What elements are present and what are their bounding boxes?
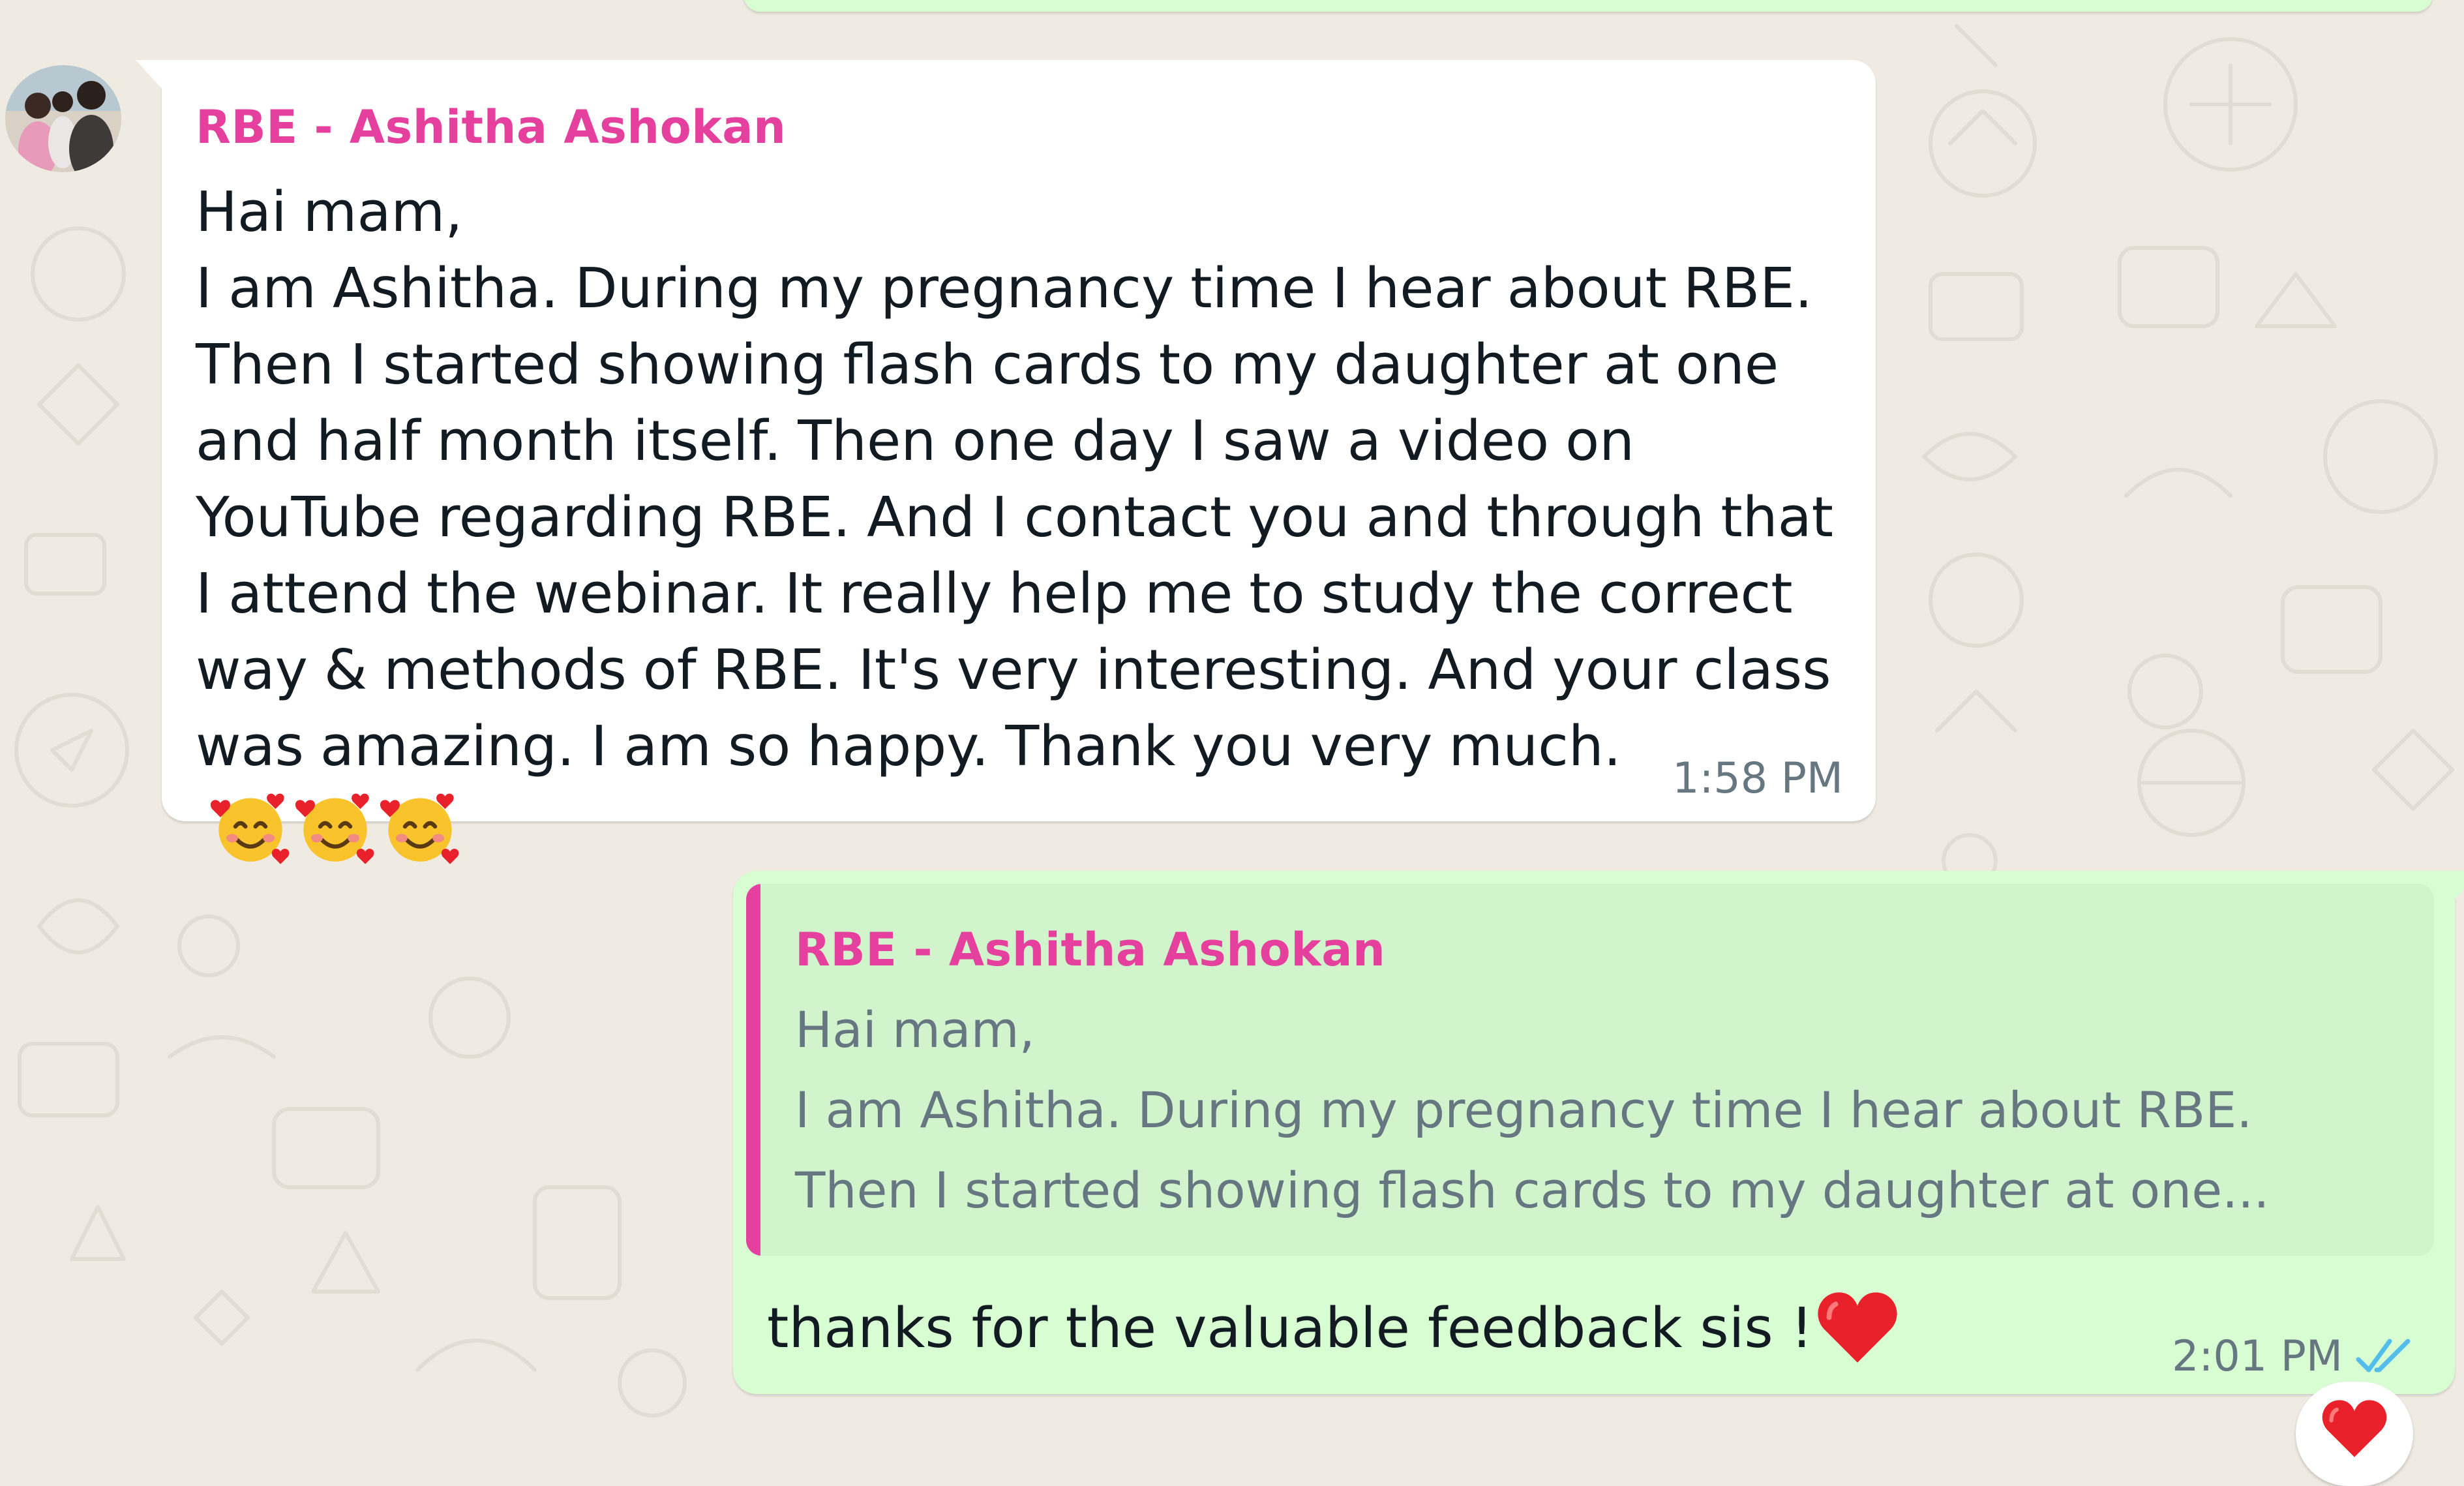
reply-timestamp: 2:01 PM: [2172, 1332, 2343, 1381]
next-message-partial: [1565, 1422, 2087, 1474]
quoted-message[interactable]: RBE - Ashitha Ashokan Hai mam, I am Ashi…: [746, 884, 2434, 1256]
message-text-content: Hai mam, I am Ashitha. During my pregnan…: [196, 180, 1833, 779]
reply-text-content: thanks for the valuable feedback sis !: [767, 1296, 1813, 1361]
quoted-text: Hai mam, I am Ashitha. During my pregnan…: [795, 1001, 2270, 1219]
outgoing-message[interactable]: RBE - Ashitha Ashokan Hai mam, I am Ashi…: [733, 871, 2464, 1394]
contact-avatar[interactable]: [5, 65, 121, 172]
double-check-read-icon: [2356, 1339, 2411, 1372]
reply-meta: 2:01 PM: [2172, 1332, 2416, 1381]
quoted-sender-name: RBE - Ashitha Ashokan: [795, 923, 1386, 977]
bubble-tail: [2454, 871, 2464, 901]
smiling-face-with-hearts-icon: [380, 793, 459, 864]
reply-text: thanks for the valuable feedback sis !: [767, 1288, 1899, 1367]
red-heart-icon: [2322, 1400, 2387, 1457]
smiling-face-with-hearts-icon: [295, 793, 374, 864]
red-heart-icon: [1818, 1292, 1897, 1363]
message-text: Hai mam, I am Ashitha. During my pregnan…: [196, 174, 1865, 872]
message-timestamp: 1:58 PM: [1672, 754, 1843, 803]
incoming-message[interactable]: RBE - Ashitha Ashokan Hai mam, I am Ashi…: [136, 60, 1876, 864]
smiling-face-with-hearts-icon: [210, 793, 290, 864]
quote-accent-bar: [746, 884, 760, 1256]
previous-message-bubble: [744, 0, 2433, 12]
sender-name[interactable]: RBE - Ashitha Ashokan: [196, 100, 786, 154]
emoji-group: [209, 785, 462, 868]
bubble-tail: [136, 60, 163, 90]
reaction-badge[interactable]: [2296, 1382, 2413, 1486]
